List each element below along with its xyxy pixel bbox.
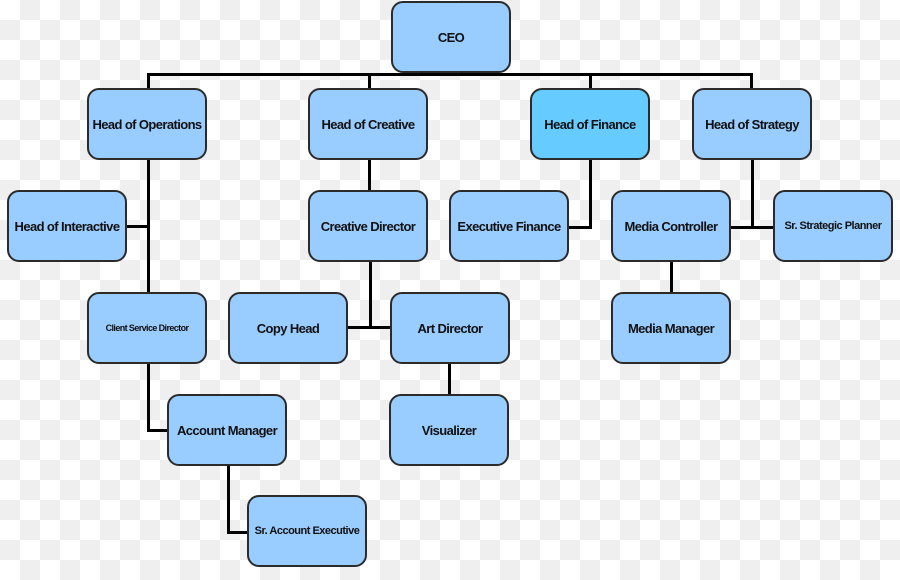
node-visualizer[interactable]: Visualizer — [389, 394, 509, 466]
node-head-of-operations[interactable]: Head of Operations — [87, 88, 207, 160]
connector-csd-down — [147, 363, 150, 432]
node-account-manager[interactable]: Account Manager — [167, 394, 287, 466]
node-head-of-interactive[interactable]: Head of Interactive — [7, 190, 127, 262]
connector-am-down — [227, 465, 230, 534]
node-creative-director[interactable]: Creative Director — [308, 190, 428, 262]
node-art-director[interactable]: Art Director — [390, 292, 510, 364]
connector-to-head-creative — [368, 73, 371, 89]
connector-copy-art-bus — [348, 326, 390, 329]
node-head-of-finance[interactable]: Head of Finance — [530, 88, 650, 160]
connector-creative-trunk — [368, 160, 371, 191]
node-head-of-strategy[interactable]: Head of Strategy — [692, 88, 812, 160]
connector-to-head-operations — [147, 73, 150, 89]
node-ceo[interactable]: CEO — [391, 1, 511, 73]
connector-to-account-manager — [147, 429, 169, 432]
node-media-controller[interactable]: Media Controller — [611, 190, 731, 262]
connector-to-head-interactive — [126, 225, 150, 228]
connector-to-sr-account-exec — [227, 531, 249, 534]
connector-strategy-trunk — [751, 160, 754, 229]
node-sr-strategic-planner[interactable]: Sr. Strategic Planner — [773, 190, 893, 262]
connector-strategy-bus — [731, 226, 773, 229]
node-media-manager[interactable]: Media Manager — [611, 292, 731, 364]
node-copy-head[interactable]: Copy Head — [228, 292, 348, 364]
node-head-of-creative[interactable]: Head of Creative — [308, 88, 428, 160]
connector-to-head-finance — [589, 73, 592, 89]
connector-top-bus — [147, 73, 753, 76]
connector-to-visualizer — [448, 364, 451, 395]
connector-to-media-manager — [670, 262, 673, 293]
node-executive-finance[interactable]: Executive Finance — [449, 190, 569, 262]
node-sr-account-executive[interactable]: Sr. Account Executive — [247, 495, 367, 567]
node-client-service-director[interactable]: Client Service Director — [87, 292, 207, 364]
connector-finance-trunk — [589, 160, 592, 229]
org-chart: CEO Head of Operations Head of Creative … — [0, 0, 900, 580]
connector-to-head-strategy — [750, 73, 753, 89]
connector-cd-down — [369, 262, 372, 329]
connector-to-executive-finance — [569, 226, 592, 229]
